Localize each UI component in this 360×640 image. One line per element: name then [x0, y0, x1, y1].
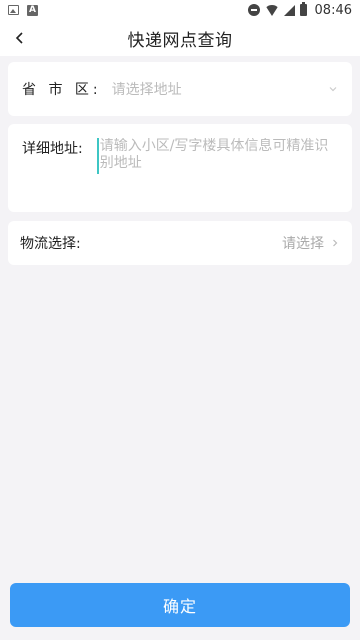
status-time: 08:46 [314, 2, 352, 18]
chevron-left-icon [15, 32, 23, 44]
detail-address-label: 详细地址: [22, 141, 83, 157]
back-button[interactable] [6, 24, 34, 52]
a-icon: A [27, 4, 38, 16]
chevron-down-icon [329, 87, 337, 92]
detail-address-input[interactable] [96, 138, 338, 174]
status-bar: A 08:46 [0, 0, 360, 20]
logistics-value: 请选择 [282, 236, 324, 252]
title-bar: 快递网点查询 [0, 20, 360, 56]
region-placeholder: 请选择地址 [111, 82, 182, 98]
dnd-icon [247, 4, 260, 16]
chevron-right-icon [333, 239, 338, 247]
logistics-selector[interactable]: 物流选择: 请选择 [8, 221, 352, 265]
wifi-icon [264, 4, 279, 16]
logistics-label: 物流选择: [20, 236, 81, 252]
detail-address-card: 详细地址: [8, 124, 352, 212]
page-title: 快递网点查询 [127, 30, 233, 51]
image-icon [8, 5, 19, 15]
battery-icon [299, 2, 307, 16]
confirm-button[interactable]: 确定 [10, 583, 350, 627]
region-selector[interactable]: 省 市 区: 请选择地址 [8, 62, 352, 116]
region-label: 省 市 区: [22, 82, 102, 98]
signal-icon [283, 4, 295, 16]
